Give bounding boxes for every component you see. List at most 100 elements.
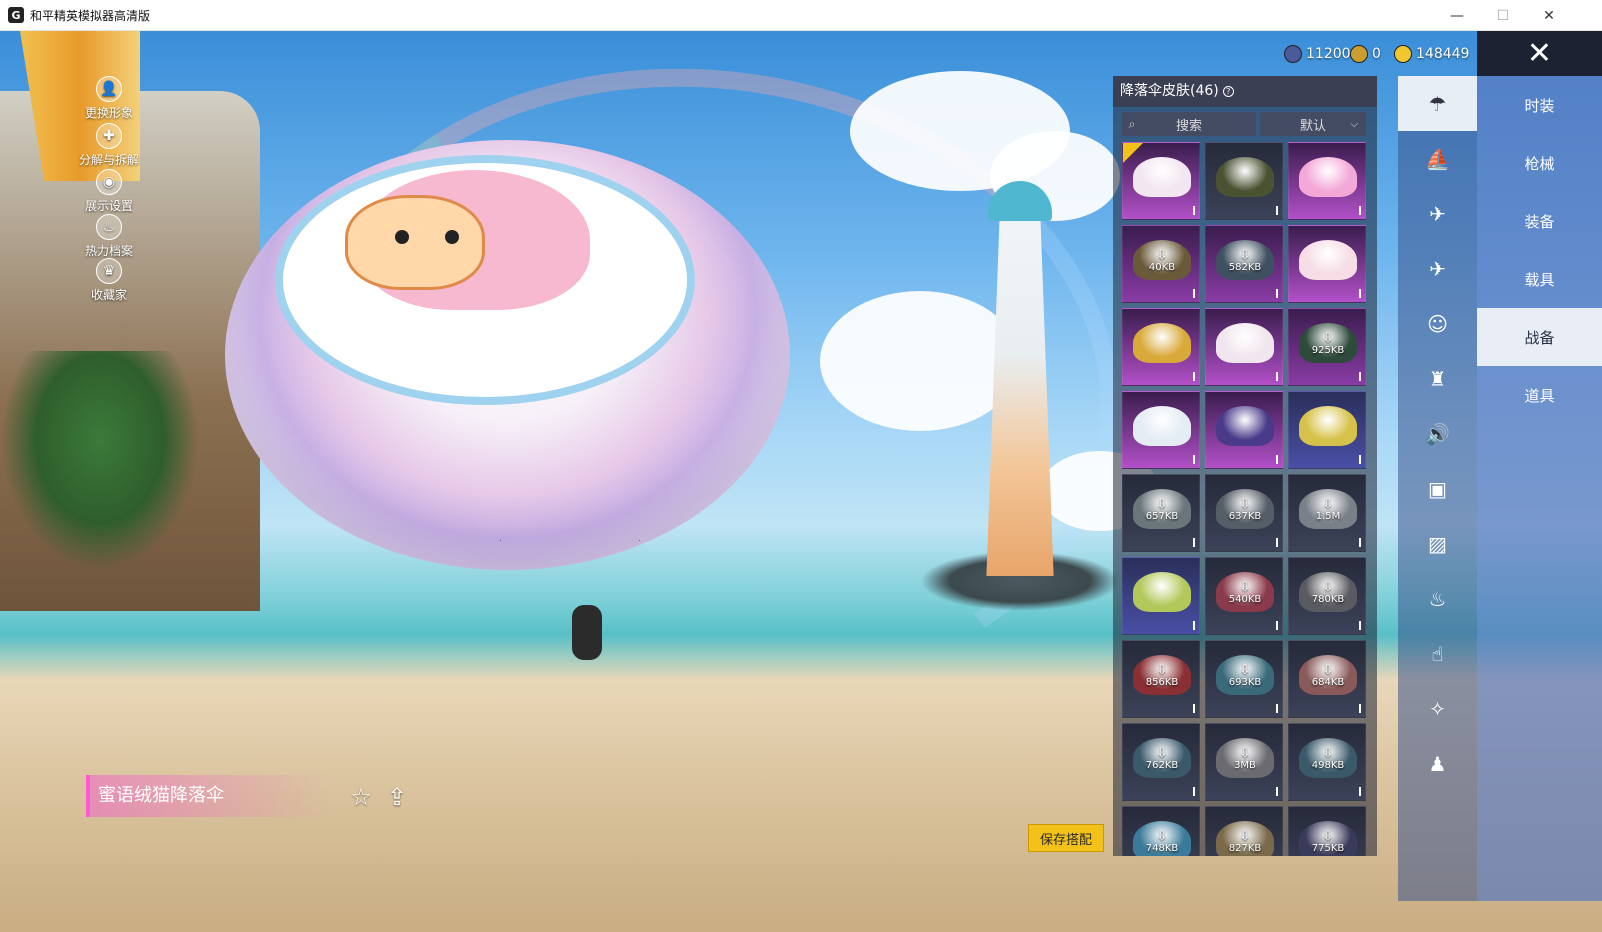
spray-icon[interactable]: ♨ — [1398, 571, 1477, 626]
currency-item[interactable]: 11200 — [1284, 44, 1351, 64]
card-icon[interactable]: ▣ — [1398, 461, 1477, 516]
cat-emblem — [345, 195, 485, 290]
skin-tile[interactable]: ⇩ 780KB — [1288, 557, 1366, 635]
download-size: 498KB — [1311, 760, 1345, 771]
magic-wand-icon[interactable]: ✧ — [1398, 681, 1477, 736]
picture-icon[interactable]: ▨ — [1398, 516, 1477, 571]
count-bar — [1359, 704, 1361, 713]
flame-icon: ♨ — [96, 214, 122, 240]
left-menu-item[interactable]: ✚ 分解与拆解 — [78, 123, 140, 168]
favorite-star-icon[interactable]: ☆ — [346, 782, 376, 812]
skin-tile[interactable]: ⇩ 762KB — [1122, 723, 1200, 801]
download-icon: ⇩ — [1239, 829, 1251, 844]
item-name: 蜜语绒猫降落伞 — [98, 785, 224, 806]
count-bar — [1276, 538, 1278, 547]
currency-item[interactable]: 0 — [1350, 44, 1381, 64]
window-title: 和平精英模拟器高清版 — [30, 8, 151, 23]
category-tab[interactable]: 枪械 — [1477, 134, 1602, 192]
search-box[interactable]: ⌕ 搜索 — [1122, 112, 1256, 136]
skin-tile[interactable] — [1288, 142, 1366, 220]
currency-item[interactable]: 148449 — [1394, 44, 1469, 64]
skin-tile[interactable] — [1122, 142, 1200, 220]
share-icon[interactable]: ⇪ — [382, 782, 412, 812]
backpack-icon[interactable]: ♜ — [1398, 351, 1477, 406]
download-indicator: ⇩ 540KB — [1206, 581, 1282, 606]
skin-tile[interactable]: ⇩ 925KB — [1288, 308, 1366, 386]
skin-tile[interactable] — [1122, 557, 1200, 635]
download-icon: ⇩ — [1156, 497, 1168, 512]
maximize-button[interactable]: ☐ — [1480, 0, 1526, 31]
voice-icon[interactable]: 🔊 — [1398, 406, 1477, 461]
skin-tile[interactable]: ⇩ 40KB — [1122, 225, 1200, 303]
count-bar — [1276, 289, 1278, 298]
skin-tile[interactable]: ⇩ 856KB — [1122, 640, 1200, 718]
download-indicator: ⇩ 856KB — [1123, 664, 1199, 689]
parachute-thumbnail — [1216, 323, 1274, 363]
count-bar — [1359, 621, 1361, 630]
minimize-button[interactable]: — — [1434, 0, 1480, 31]
skin-tile[interactable]: ⇩ 1.5M — [1288, 474, 1366, 552]
search-placeholder: 搜索 — [1175, 118, 1202, 134]
boat-icon[interactable]: ⛵ — [1398, 131, 1477, 186]
title-bar: G 和平精英模拟器高清版 — ☐ ✕ — [0, 0, 1602, 31]
parachute-thumbnail — [1216, 157, 1274, 197]
skin-tile[interactable]: ⇩ 498KB — [1288, 723, 1366, 801]
parachute-thumbnail — [1299, 157, 1357, 197]
help-icon[interactable]: ? — [1222, 85, 1234, 97]
parachute-category-icon[interactable]: ☂ — [1398, 76, 1477, 131]
skin-tile[interactable]: ⇩ 540KB — [1205, 557, 1283, 635]
close-panel-button[interactable]: ✕ — [1477, 31, 1602, 76]
skin-tile[interactable] — [1205, 142, 1283, 220]
skin-tile[interactable] — [1205, 391, 1283, 469]
cloud — [820, 291, 1020, 431]
category-tab[interactable]: 时装 — [1477, 76, 1602, 134]
left-menu-item[interactable]: ♨ 热力档案 — [78, 214, 140, 259]
sort-dropdown[interactable]: 默认 ⌵ — [1260, 112, 1366, 136]
panel-header: 降落伞皮肤(46)? — [1113, 76, 1377, 107]
count-bar — [1193, 372, 1195, 381]
download-indicator: ⇩ 780KB — [1289, 581, 1365, 606]
category-tab[interactable]: 道具 — [1477, 366, 1602, 424]
download-indicator: ⇩ 827KB — [1206, 829, 1282, 855]
skin-tile[interactable]: ⇩ 657KB — [1122, 474, 1200, 552]
skin-tile[interactable]: ⇩ 582KB — [1205, 225, 1283, 303]
count-bar — [1359, 206, 1361, 215]
window-close-button[interactable]: ✕ — [1526, 0, 1572, 31]
skin-tile[interactable]: ⇩ 637KB — [1205, 474, 1283, 552]
skin-tile[interactable] — [1288, 391, 1366, 469]
download-icon: ⇩ — [1239, 248, 1251, 263]
emote-icon[interactable]: ☺ — [1398, 296, 1477, 351]
download-size: 925KB — [1311, 345, 1345, 356]
category-tab[interactable]: 装备 — [1477, 192, 1602, 250]
download-indicator: ⇩ 684KB — [1289, 664, 1365, 689]
skin-tile[interactable]: ⇩ 827KB — [1205, 806, 1283, 856]
skin-tile[interactable] — [1122, 308, 1200, 386]
download-size: 1.5M — [1315, 511, 1341, 522]
count-bar — [1276, 372, 1278, 381]
count-bar — [1359, 289, 1361, 298]
left-menu-item[interactable]: 👤 更换形象 — [78, 76, 140, 121]
download-size: 748KB — [1145, 843, 1179, 854]
save-outfit-button[interactable]: 保存搭配 — [1028, 824, 1104, 852]
category-tab[interactable]: 战备 — [1477, 308, 1602, 366]
gold-coin-icon — [1350, 45, 1368, 63]
skin-tile[interactable]: ⇩ 684KB — [1288, 640, 1366, 718]
left-menu-item[interactable]: ◉ 展示设置 — [78, 169, 140, 214]
yellow-coin-icon — [1394, 45, 1412, 63]
skin-tile[interactable]: ⇩ 775KB — [1288, 806, 1366, 856]
pet-icon[interactable]: ♟ — [1398, 736, 1477, 791]
cat-eye — [445, 230, 459, 244]
skin-tile[interactable]: ⇩ 693KB — [1205, 640, 1283, 718]
skin-tile[interactable] — [1205, 308, 1283, 386]
skin-tile[interactable] — [1122, 391, 1200, 469]
cat-eye — [395, 230, 409, 244]
plane-icon[interactable]: ✈ — [1398, 241, 1477, 296]
left-menu-item[interactable]: ♛ 收藏家 — [78, 258, 140, 303]
category-tab[interactable]: 载具 — [1477, 250, 1602, 308]
skin-tile[interactable]: ⇩ 748KB — [1122, 806, 1200, 856]
skin-tile[interactable] — [1288, 225, 1366, 303]
left-menu-label: 收藏家 — [90, 288, 127, 302]
skin-tile[interactable]: ⇩ 3MB — [1205, 723, 1283, 801]
drone-icon[interactable]: ✈ — [1398, 186, 1477, 241]
tap-icon[interactable]: ☝ — [1398, 626, 1477, 681]
